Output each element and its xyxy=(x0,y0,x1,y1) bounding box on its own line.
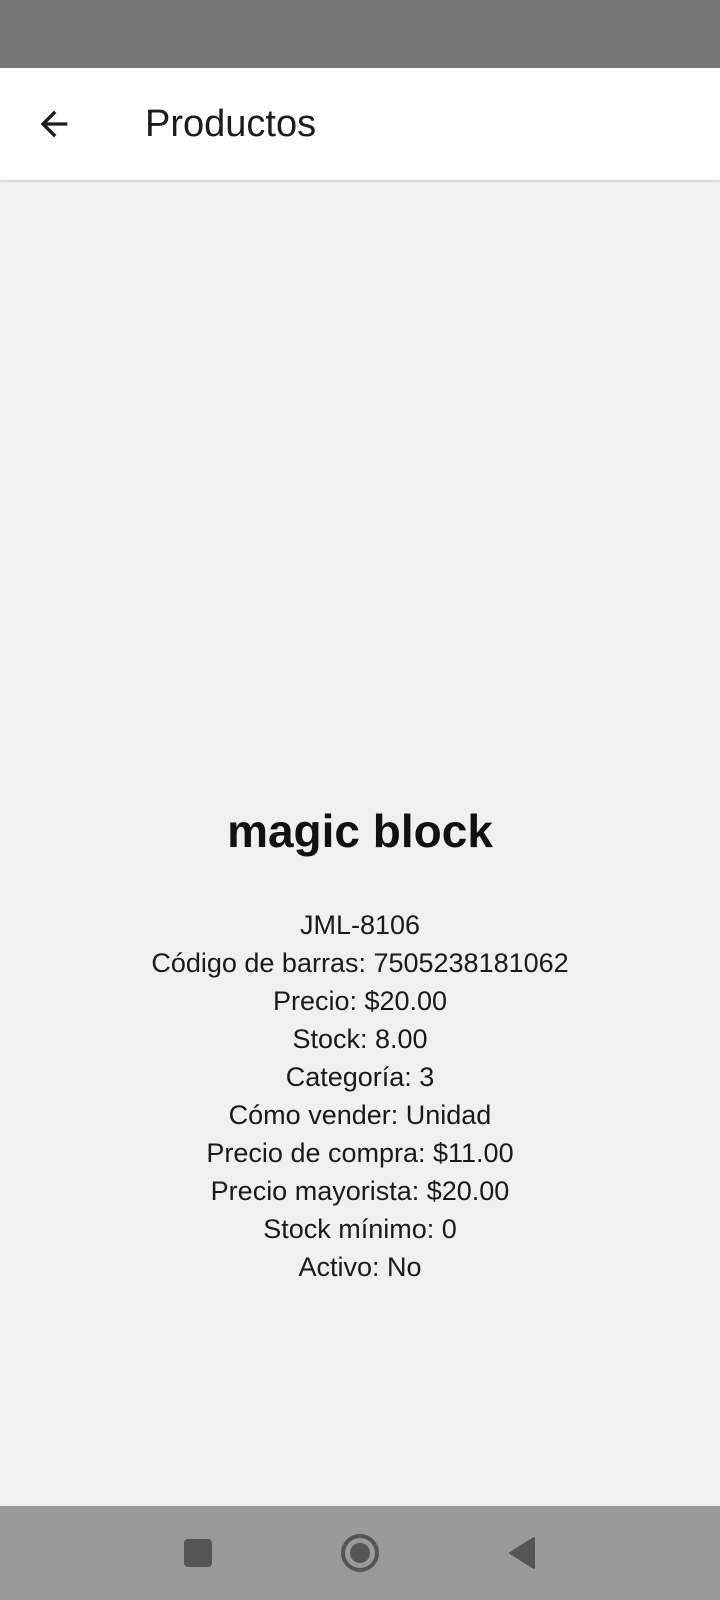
product-barcode: Código de barras: 7505238181062 xyxy=(151,948,569,978)
product-min-stock: Stock mínimo: 0 xyxy=(263,1214,457,1244)
navigation-bar xyxy=(0,1506,720,1600)
product-active: Activo: No xyxy=(298,1252,422,1282)
product-details: JML-8106 Código de barras: 7505238181062… xyxy=(0,906,720,1286)
product-name: magic block xyxy=(227,805,493,857)
system-back-button[interactable] xyxy=(496,1527,548,1579)
product-wholesale-price: Precio mayorista: $20.00 xyxy=(210,1176,510,1206)
product-price: Precio: $20.00 xyxy=(272,986,448,1016)
arrow-back-icon xyxy=(40,110,68,138)
product-category: Categoría: 3 xyxy=(285,1062,435,1092)
status-bar xyxy=(0,0,720,68)
product-sku: JML-8106 xyxy=(299,910,421,940)
home-button[interactable] xyxy=(334,1527,386,1579)
product-stock: Stock: 8.00 xyxy=(292,1024,428,1054)
triangle-back-icon xyxy=(509,1537,535,1569)
square-icon xyxy=(184,1539,212,1567)
product-purchase-price: Precio de compra: $11.00 xyxy=(206,1138,514,1168)
product-detail-content: magic block JML-8106 Código de barras: 7… xyxy=(0,182,720,1506)
circle-home-icon xyxy=(341,1534,379,1572)
page-title: Productos xyxy=(145,103,317,145)
recents-button[interactable] xyxy=(172,1527,224,1579)
product-sell-mode: Cómo vender: Unidad xyxy=(228,1100,492,1130)
back-button[interactable] xyxy=(22,92,86,156)
app-bar: Productos xyxy=(0,68,720,180)
